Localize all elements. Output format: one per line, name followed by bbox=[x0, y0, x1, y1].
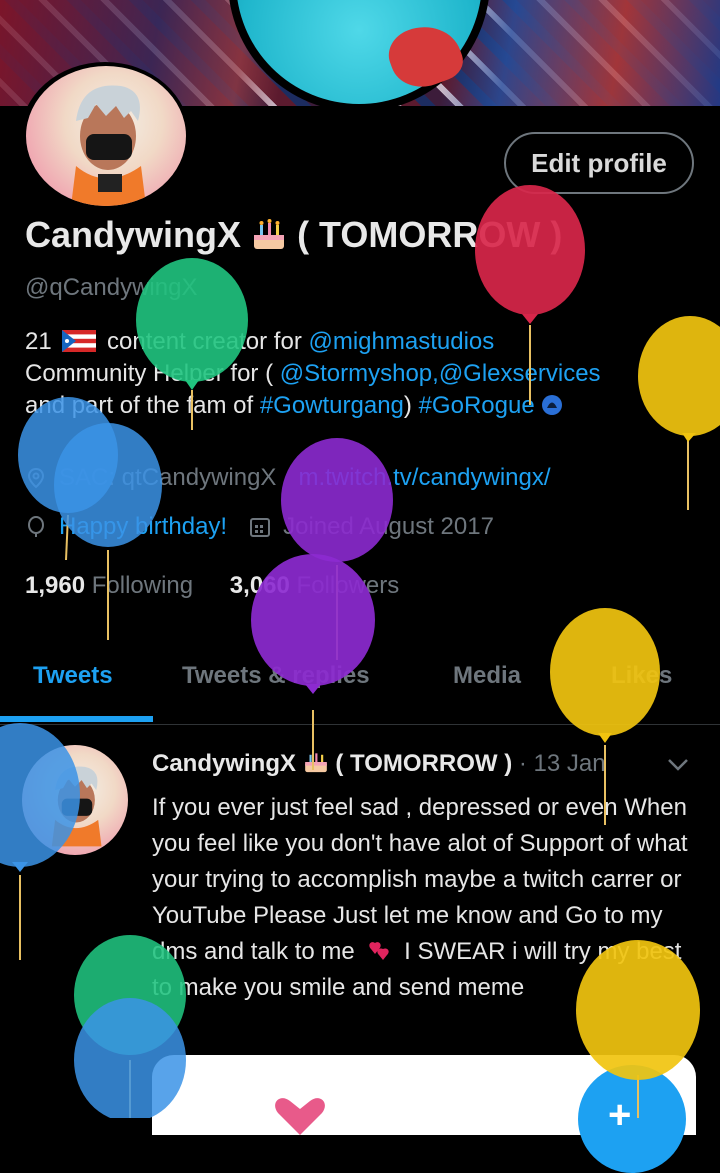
compose-tweet-button[interactable]: + bbox=[578, 1065, 686, 1173]
location-pin-icon bbox=[27, 467, 45, 489]
followers-label: Followers bbox=[296, 572, 400, 599]
tweet-date[interactable]: · 13 Jan bbox=[519, 750, 606, 777]
tweet-author-name[interactable]: CandywingX bbox=[152, 750, 296, 777]
display-name-text: CandywingX bbox=[25, 214, 242, 255]
display-name-suffix: ( TOMORROW ) bbox=[297, 214, 563, 255]
bio-age: 21 bbox=[25, 328, 52, 355]
tweet-body: If you ever just feel sad , depressed or… bbox=[152, 790, 702, 1006]
bio-close-paren: ) bbox=[403, 392, 412, 419]
two-hearts-emoji bbox=[369, 942, 390, 960]
profile-bio: 21 content creator for @mighmastudios Co… bbox=[25, 326, 705, 422]
tab-tweets[interactable]: Tweets bbox=[33, 662, 113, 690]
bio-line1-text: content creator for bbox=[107, 328, 302, 355]
tweet-header: CandywingX ( TOMORROW ) · 13 Jan bbox=[152, 750, 606, 778]
profile-tabs: Tweets Tweets & replies Media Likes bbox=[0, 640, 720, 725]
birthday-text: Happy birthday! bbox=[59, 513, 228, 540]
user-handle: @qCandywingX bbox=[25, 274, 198, 301]
follow-stats: 1,960 Following 3,060 Followers bbox=[25, 572, 399, 600]
hashtag-gorogue-link[interactable]: #GoRogue bbox=[419, 392, 535, 419]
rogue-badge-icon bbox=[542, 395, 563, 415]
meta-row-birthday: Happy birthday! Joined August 2017 bbox=[25, 513, 494, 541]
birthday-cake-emoji bbox=[254, 219, 285, 249]
birthday-cake-emoji bbox=[304, 753, 327, 773]
tab-media[interactable]: Media bbox=[453, 662, 521, 690]
website-link[interactable]: m.twitch.tv/candywingx/ bbox=[298, 464, 550, 492]
mention-mighmastudios-link[interactable]: @mighmastudios bbox=[308, 328, 494, 355]
hashtag-gowturgang-link[interactable]: #Gowturgang bbox=[260, 392, 404, 419]
meta-row-location: SAC: qtCandywingX m.twitch.tv/candywingx… bbox=[25, 464, 551, 492]
chevron-down-icon[interactable] bbox=[666, 756, 690, 774]
active-tab-indicator bbox=[0, 716, 153, 722]
bio-line2-text: Community Helper for ( bbox=[25, 360, 274, 387]
tab-tweets-and-replies[interactable]: Tweets & replies bbox=[182, 662, 370, 690]
display-name: CandywingX ( TOMORROW ) bbox=[25, 214, 562, 256]
bio-line3-text: and part of the fam of bbox=[25, 392, 254, 419]
tweet-author-suffix: ( TOMORROW ) bbox=[335, 750, 513, 777]
location-text: SAC: qtCandywingX bbox=[59, 464, 277, 491]
compose-plus-label: + bbox=[608, 1093, 632, 1137]
joined-date: Joined August 2017 bbox=[283, 513, 494, 540]
tab-likes[interactable]: Likes bbox=[611, 662, 672, 690]
profile-avatar[interactable] bbox=[26, 66, 186, 206]
followers-link[interactable]: 3,060 Followers bbox=[230, 572, 399, 599]
following-count: 1,960 bbox=[25, 572, 86, 599]
balloon-icon bbox=[28, 516, 44, 537]
following-link[interactable]: 1,960 Following bbox=[25, 572, 193, 599]
following-label: Following bbox=[91, 572, 194, 599]
puerto-rico-flag-emoji bbox=[62, 330, 97, 352]
heart-image bbox=[275, 1098, 325, 1135]
followers-count: 3,060 bbox=[229, 572, 290, 599]
calendar-icon bbox=[250, 518, 271, 537]
tweet-author-avatar[interactable] bbox=[22, 745, 128, 855]
mention-stormyshop-link[interactable]: @Stormyshop,@Glexservices bbox=[280, 360, 601, 387]
edit-profile-button[interactable]: Edit profile bbox=[504, 132, 694, 194]
